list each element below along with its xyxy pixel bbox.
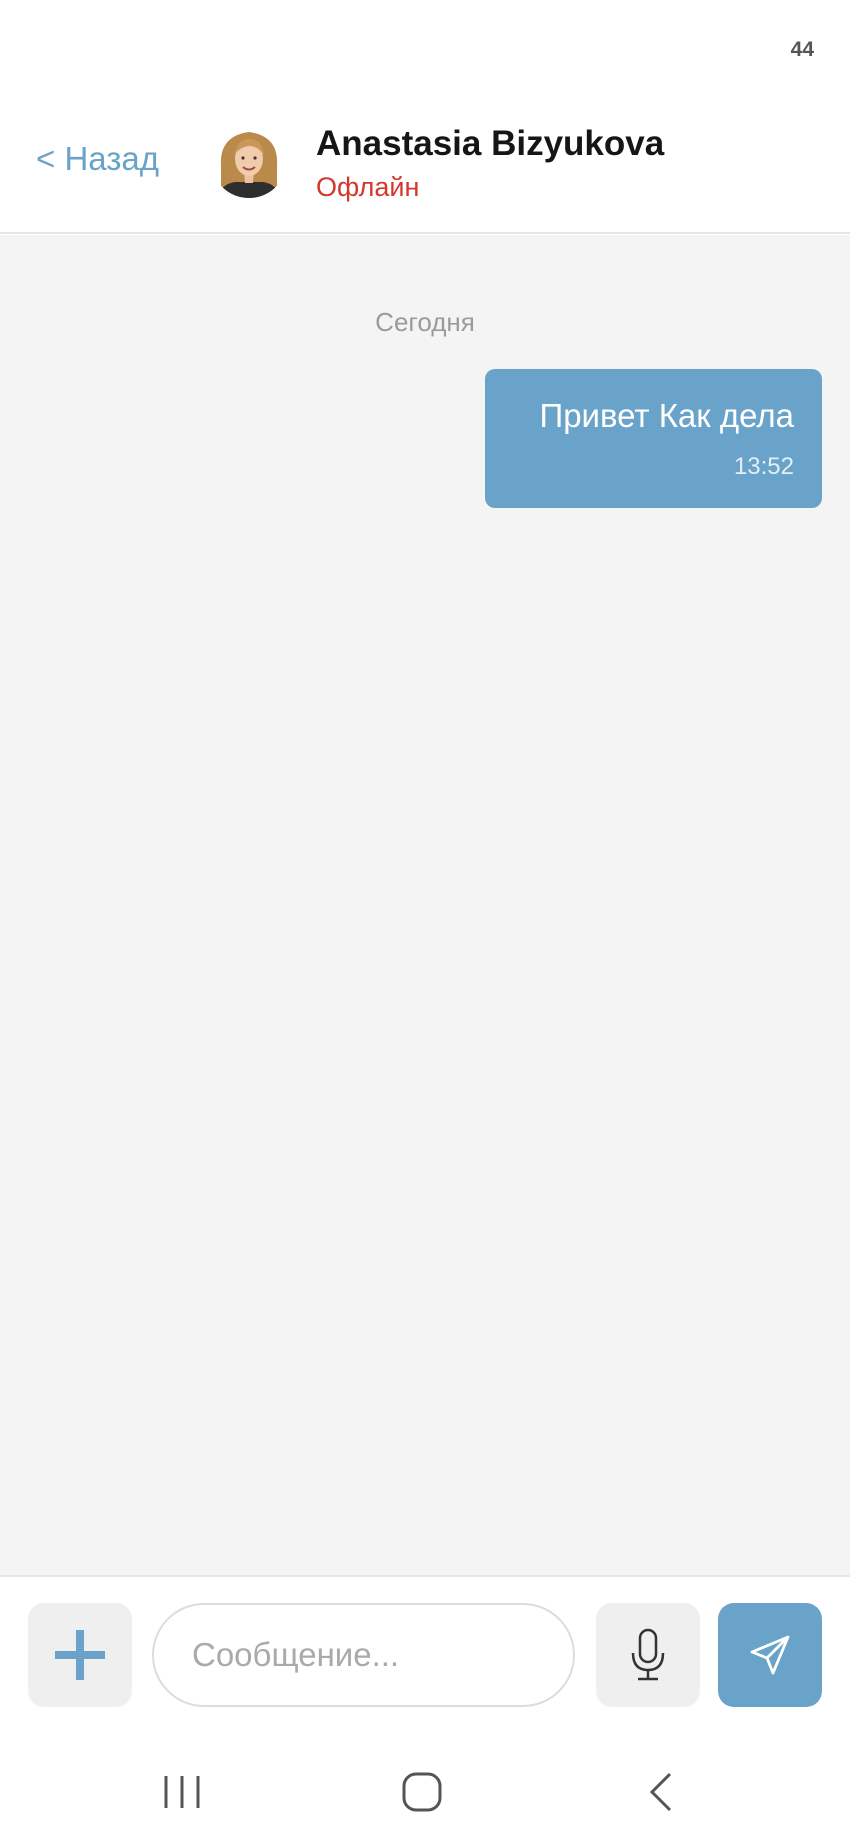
contact-name: Anastasia Bizyukova [316,124,665,163]
back-button[interactable]: < Назад [36,140,159,178]
message-input-bar [0,1575,850,1710]
plus-icon [55,1630,105,1680]
voice-message-button[interactable] [596,1603,700,1707]
contact-status: Офлайн [316,172,420,202]
send-button[interactable] [718,1603,822,1707]
microphone-icon [631,1628,665,1681]
add-attachment-button[interactable] [28,1603,132,1707]
system-navigation-bar [0,1710,850,1842]
message-text: Привет Как дела [539,397,794,434]
message-input[interactable] [152,1603,575,1707]
chat-screen: 44 < Назад Anastasia Bizyukova Офлайн Се… [0,0,850,1842]
outgoing-message-bubble[interactable]: Привет Как дела 13:52 [485,369,822,508]
date-separator: Сегодня [375,307,475,337]
home-icon [402,1772,442,1812]
status-bar-number: 44 [790,38,814,61]
back-arrow-icon [649,1772,672,1812]
chat-header: < Назад Anastasia Bizyukova Офлайн [0,100,850,234]
system-back-button[interactable] [630,1762,690,1822]
avatar[interactable] [211,122,287,198]
recent-apps-icon [164,1776,200,1808]
home-button[interactable] [392,1762,452,1822]
paper-plane-icon [750,1635,790,1675]
recent-apps-button[interactable] [152,1762,212,1822]
user-avatar-photo-icon [211,122,287,198]
messages-area[interactable]: Сегодня Привет Как дела 13:52 [0,235,850,1575]
message-time: 13:52 [733,453,794,480]
status-bar: 44 [0,0,850,100]
